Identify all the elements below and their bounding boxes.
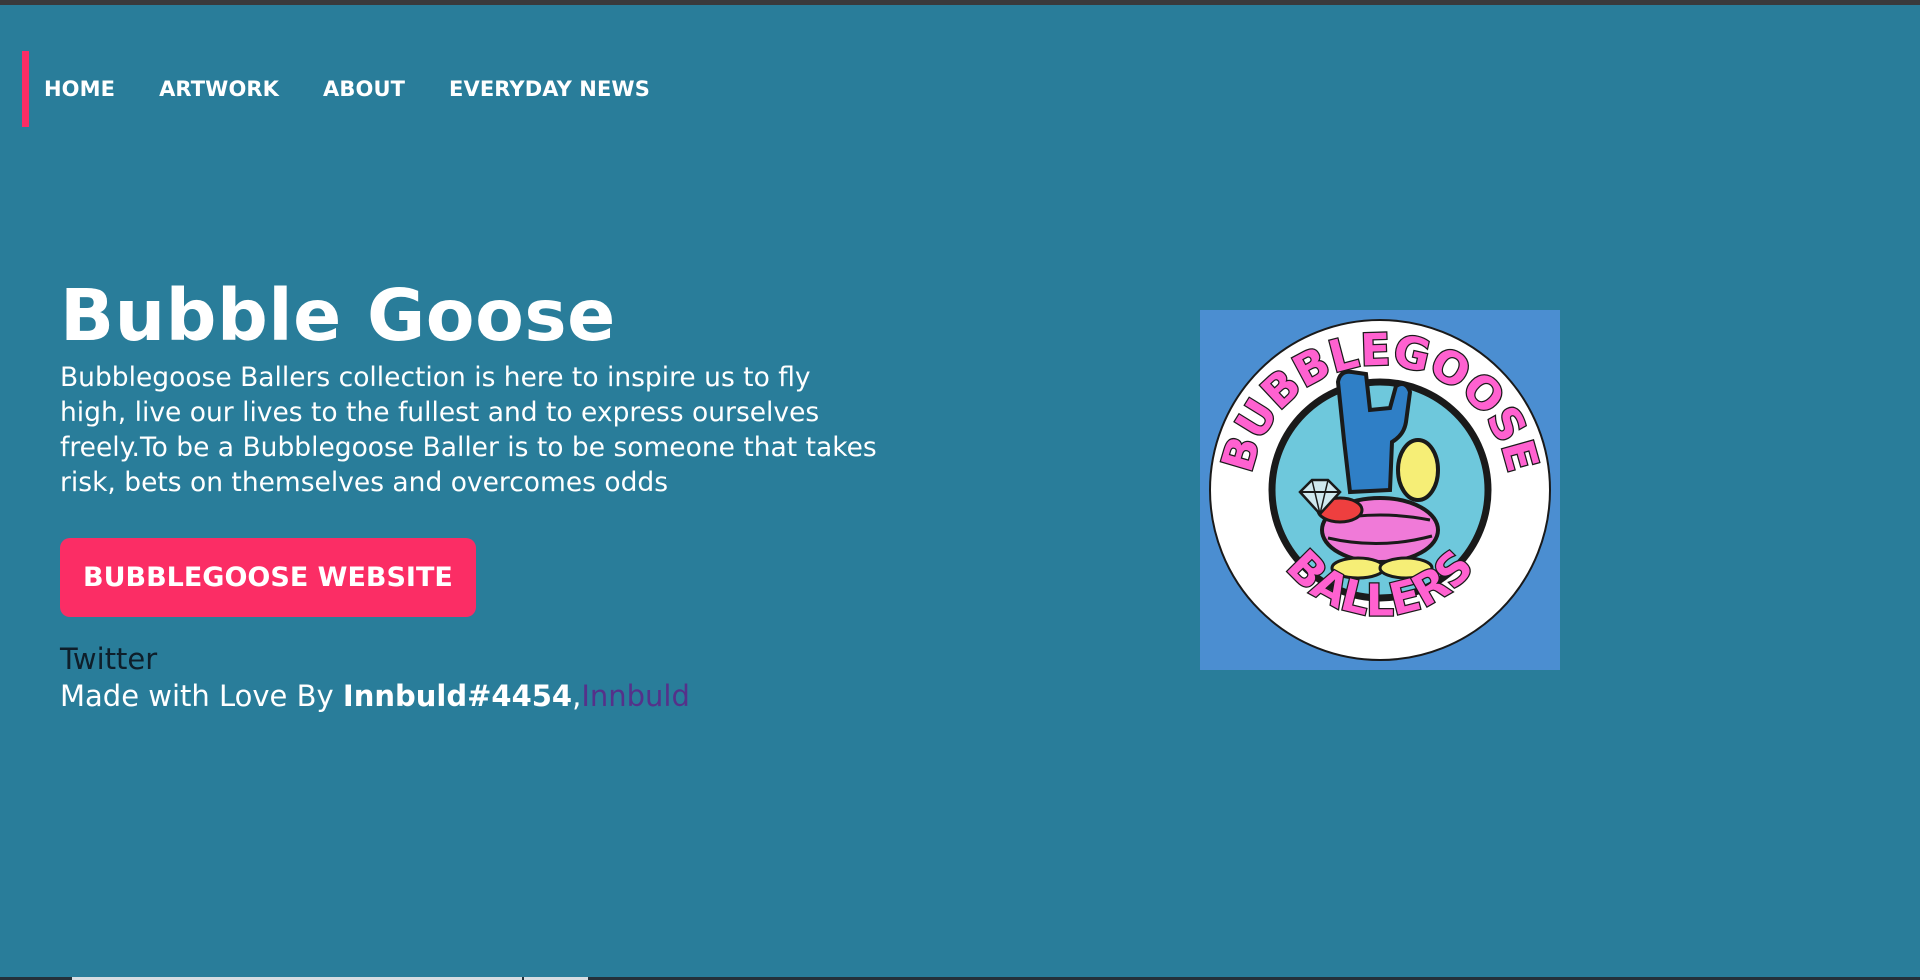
nav-item-home[interactable]: HOME [44, 77, 115, 101]
nav-item-everyday-news[interactable]: EVERYDAY NEWS [449, 77, 650, 101]
credit-name-link[interactable]: Innbuld [581, 679, 690, 713]
hero-description: Bubblegoose Ballers collection is here t… [60, 362, 877, 498]
top-window-strip [0, 0, 1920, 5]
nav-item-about[interactable]: ABOUT [323, 77, 405, 101]
credit-line: Made with Love By Innbuld#4454,Innbuld [60, 678, 880, 715]
logo-artwork: BUBBLEGOOSE BALLERS [1209, 319, 1551, 661]
credit-prefix: Made with Love By [60, 679, 343, 713]
hero-section: Bubble Goose Bubblegoose Ballers collect… [60, 272, 880, 715]
main-nav: HOME ARTWORK ABOUT EVERYDAY NEWS [22, 51, 679, 127]
bubblegoose-ballers-logo: BUBBLEGOOSE BALLERS [1200, 310, 1560, 670]
credit-separator: , [572, 679, 582, 713]
page-title: Bubble Goose [60, 274, 616, 357]
bubblegoose-website-button[interactable]: BUBBLEGOOSE WEBSITE [60, 538, 476, 617]
footer-links: Twitter Made with Love By Innbuld#4454,I… [60, 641, 880, 715]
twitter-link[interactable]: Twitter [60, 641, 880, 678]
nav-item-artwork[interactable]: ARTWORK [159, 77, 279, 101]
credit-handle: Innbuld#4454 [342, 679, 573, 713]
